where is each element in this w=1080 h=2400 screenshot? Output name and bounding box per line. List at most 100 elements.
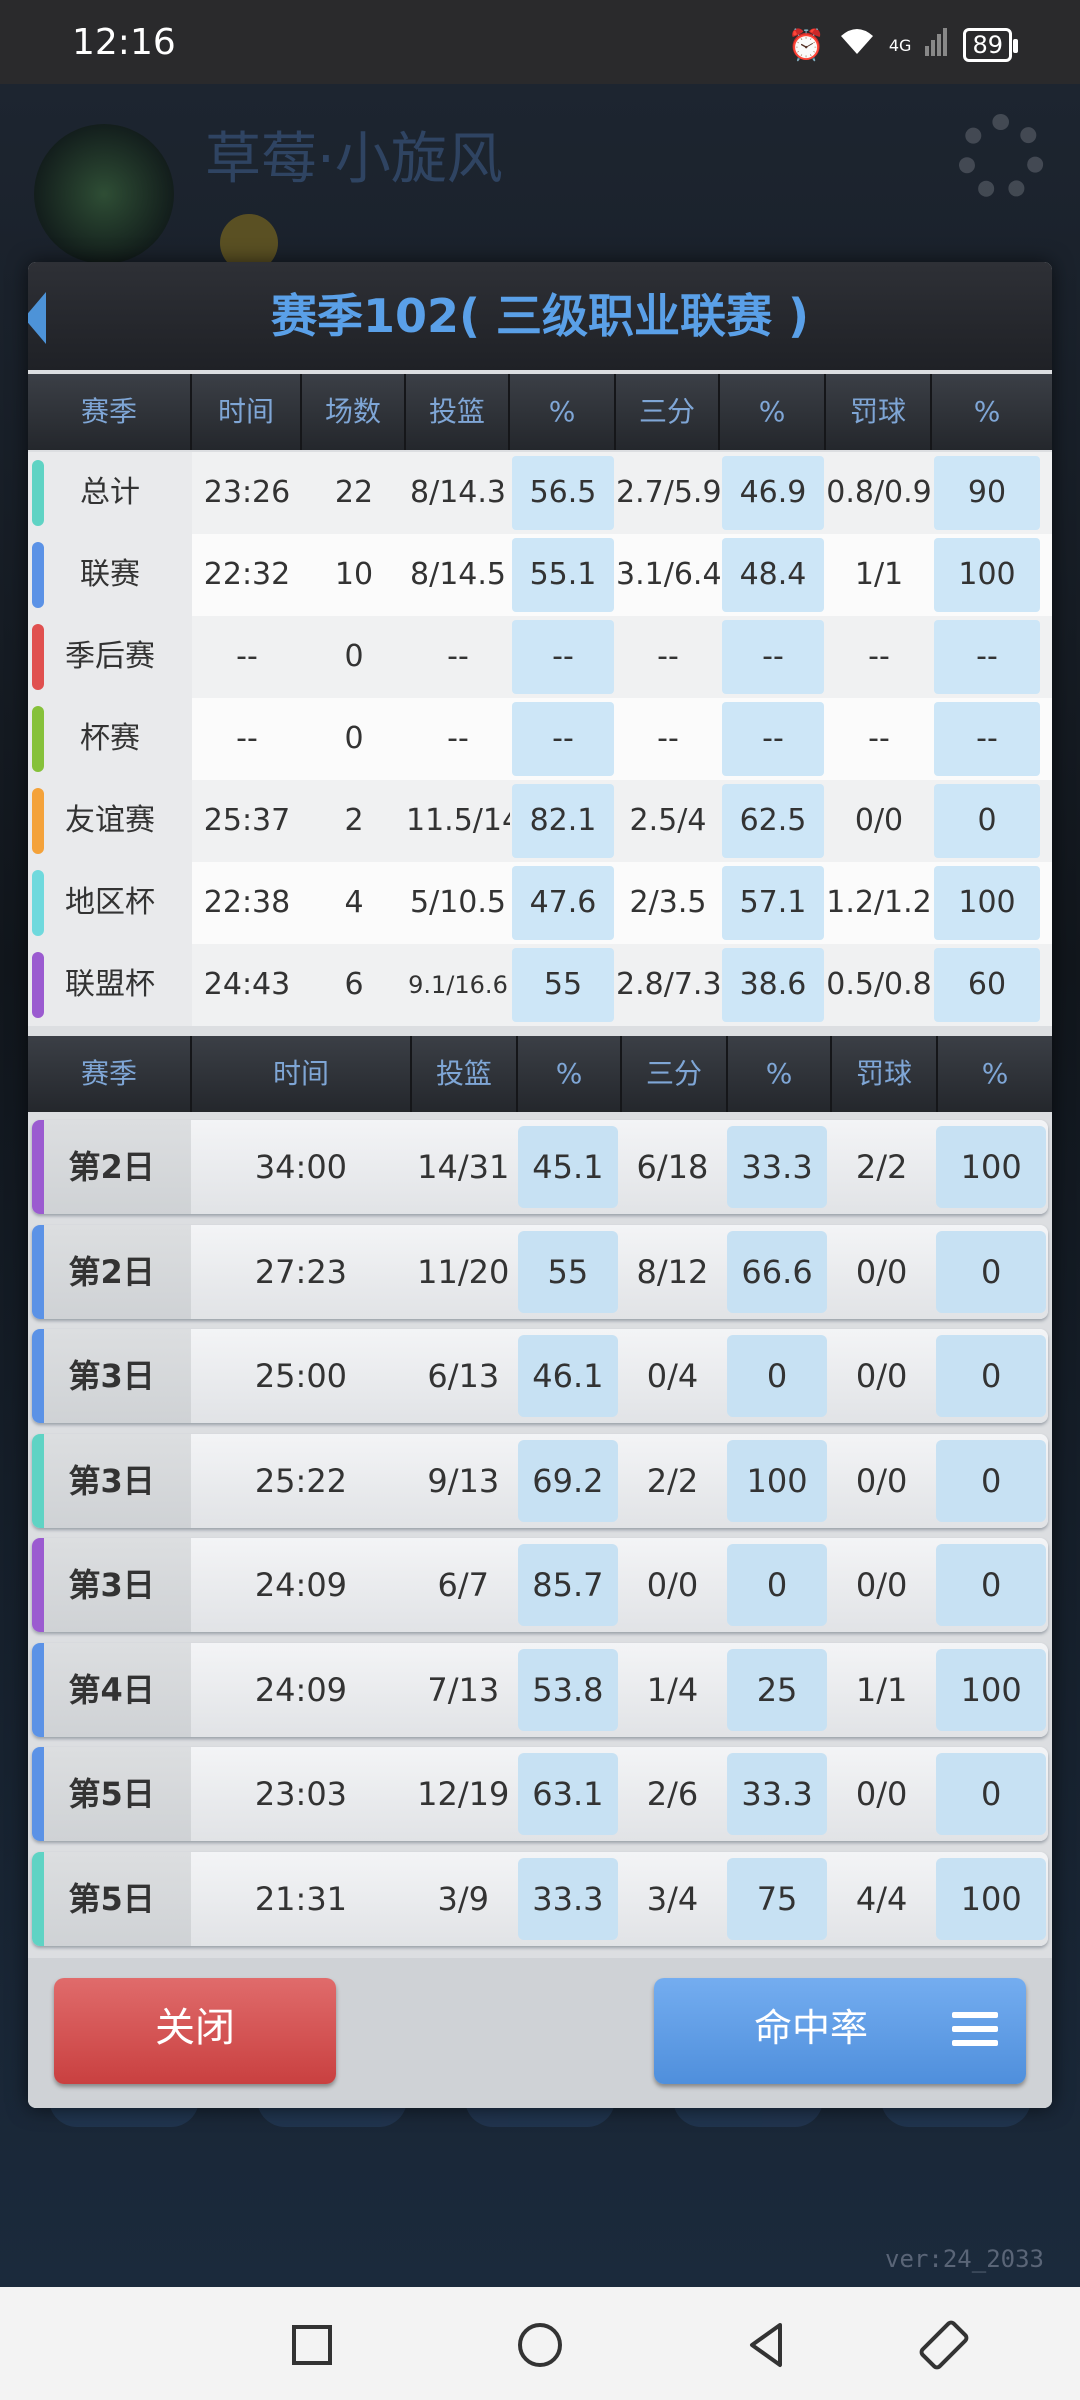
circle-icon[interactable] [510, 2315, 570, 2375]
summary-cell: 0/0 [854, 803, 904, 838]
game-cell: 66.6 [727, 1230, 827, 1313]
game-cell: 100 [936, 1126, 1046, 1208]
game-header-row: 赛季 时间 投篮% 三分% 罚球% [28, 1036, 1052, 1112]
back-arrow-icon[interactable] [28, 292, 46, 344]
summary-cell: 2.5/4 [629, 803, 707, 838]
game-cell: 27:23 [254, 1252, 348, 1291]
game-cell: 85.7 [518, 1544, 618, 1626]
summary-cell: 6 [344, 967, 364, 1002]
game-cell: 6/13 [427, 1357, 500, 1395]
game-type-stripe [32, 1224, 44, 1319]
game-cell: 100 [727, 1439, 827, 1522]
network-label: 4G [888, 35, 912, 55]
game-row[interactable]: 第3日 25:22 9/13 69.2 2/2 100 0/0 0 [32, 1433, 1048, 1528]
game-row[interactable]: 第5日 23:03 12/19 63.1 2/6 33.3 0/0 0 [32, 1747, 1048, 1841]
game-cell: 75 [727, 1857, 827, 1940]
summary-cell: 1/1 [854, 557, 904, 592]
summary-cell: 90 [934, 456, 1040, 530]
game-cell: 14/31 [417, 1148, 510, 1186]
game-cell: 0/4 [646, 1357, 699, 1395]
summary-header-cell: 赛季 [28, 374, 192, 450]
summary-cell: 55.1 [512, 538, 614, 612]
game-row[interactable]: 第2日 34:00 14/31 45.1 6/18 33.3 2/2 100 [32, 1120, 1048, 1214]
game-row[interactable]: 第3日 24:09 6/7 85.7 0/0 0 0/0 0 [32, 1538, 1048, 1632]
category-stripe [32, 460, 44, 526]
navigation-bar [0, 2287, 1080, 2400]
summary-cell: 56.5 [512, 456, 614, 530]
summary-cell: 24:43 [203, 967, 291, 1002]
summary-cell: 1.2/1.2 [826, 885, 932, 920]
game-cell: 25:22 [254, 1461, 348, 1500]
summary-row-label: 杯赛 [28, 698, 192, 780]
summary-row: 杯赛 -- 0 -- -- -- -- -- -- [28, 698, 1052, 780]
summary-cell: 2.8/7.3 [616, 967, 720, 1002]
summary-cell: 11.5/14 [406, 803, 510, 838]
game-header-cell: 三分 [622, 1036, 728, 1112]
game-row[interactable]: 第2日 27:23 11/20 55 8/12 66.6 0/0 0 [32, 1224, 1048, 1319]
game-cell: 46.1 [518, 1335, 618, 1417]
game-cell: 33.3 [518, 1857, 618, 1940]
game-cell: 25 [727, 1648, 827, 1731]
game-header-cell: % [518, 1036, 622, 1112]
menu-icon [952, 2012, 998, 2050]
game-row[interactable]: 第4日 24:09 7/13 53.8 1/4 25 1/1 100 [32, 1642, 1048, 1737]
summary-cell: 2 [344, 803, 364, 838]
category-stripe [32, 624, 44, 690]
game-cell: 0 [936, 1230, 1046, 1313]
summary-cell: 57.1 [722, 866, 824, 940]
game-cell: 0 [727, 1335, 827, 1417]
dialog-title: 赛季102( 三级职业联赛 ) [270, 289, 810, 343]
summary-cell: -- [236, 639, 258, 674]
game-type-stripe [32, 1642, 44, 1737]
game-row[interactable]: 第3日 25:00 6/13 46.1 0/4 0 0/0 0 [32, 1329, 1048, 1423]
game-cell: 11/20 [417, 1252, 510, 1291]
summary-header-cell: 罚球 [826, 374, 932, 450]
game-cell: 25:00 [254, 1357, 348, 1395]
hit-rate-button[interactable]: 命中率 [654, 1978, 1026, 2084]
summary-cell: 48.4 [722, 538, 824, 612]
summary-cell: 22 [334, 475, 374, 510]
summary-cell: -- [447, 721, 469, 756]
game-cell: 33.3 [727, 1753, 827, 1835]
wifi-icon [839, 26, 875, 64]
game-cell: 6/7 [437, 1566, 490, 1604]
dialog-header: 赛季102( 三级职业联赛 ) [28, 262, 1052, 370]
summary-row-label: 总计 [28, 452, 192, 534]
summary-cell: -- [657, 721, 679, 756]
summary-cell: 8/14.5 [410, 557, 506, 592]
triangle-back-icon[interactable] [738, 2315, 798, 2375]
summary-cell: 100 [934, 866, 1040, 940]
summary-row-label: 联盟杯 [28, 944, 192, 1026]
summary-header-cell: 时间 [192, 374, 302, 450]
summary-cell: -- [722, 620, 824, 694]
category-stripe [32, 706, 44, 772]
summary-cell: -- [512, 702, 614, 776]
game-cell: 1/1 [855, 1670, 908, 1709]
summary-row: 季后赛 -- 0 -- -- -- -- -- -- [28, 616, 1052, 698]
summary-cell: 46.9 [722, 456, 824, 530]
summary-cell: 10 [334, 557, 374, 592]
summary-cell: 8/14.3 [410, 475, 506, 510]
summary-cell: 62.5 [722, 784, 824, 858]
summary-cell: 25:37 [203, 803, 291, 838]
game-day-label: 第3日 [32, 1329, 192, 1423]
summary-cell: 100 [934, 538, 1040, 612]
square-icon[interactable] [282, 2315, 342, 2375]
summary-row: 总计 23:26 22 8/14.3 56.5 2.7/5.9 46.9 0.8/0.9 90 [28, 452, 1052, 534]
game-day-label: 第3日 [32, 1433, 192, 1528]
game-row[interactable]: 第5日 21:31 3/9 33.3 3/4 75 4/4 100 [32, 1851, 1048, 1946]
summary-cell: 0.8/0.9 [826, 475, 932, 510]
summary-row: 联盟杯 24:43 6 9.1/16.6 55 2.8/7.3 38.6 0.5/0.8 60 [28, 944, 1052, 1026]
summary-cell: 22:32 [203, 557, 291, 592]
rotate-icon[interactable] [914, 2315, 974, 2375]
close-button[interactable]: 关闭 [54, 1978, 336, 2084]
summary-row: 地区杯 22:38 4 5/10.5 47.6 2/3.5 57.1 1.2/1.2 100 [28, 862, 1052, 944]
season-stats-dialog: 赛季102( 三级职业联赛 ) 赛季 时间 场数 投篮% 三分% 罚球% 总计 23:26 22… [28, 262, 1052, 2108]
game-header-cell: % [728, 1036, 832, 1112]
signal-icon [925, 26, 949, 64]
dialog-footer: 关闭 命中率 [28, 1958, 1052, 2108]
status-time: 12:16 [72, 22, 176, 63]
summary-cell: 22:38 [203, 885, 291, 920]
game-cell: 34:00 [254, 1148, 348, 1186]
game-cell: 0/0 [855, 1775, 908, 1813]
